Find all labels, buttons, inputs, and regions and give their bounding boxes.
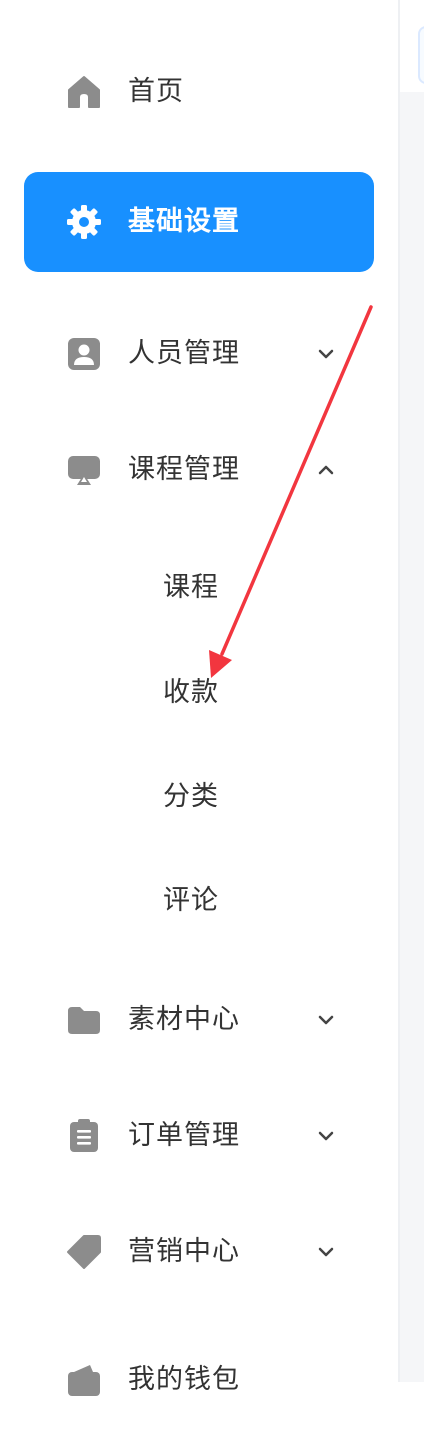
sidebar-item-label: 订单管理 [128, 1120, 240, 1151]
header-tab-chip[interactable] [418, 26, 424, 84]
submenu-item-comments[interactable]: 评论 [24, 856, 374, 946]
tag-icon [66, 1234, 102, 1270]
sidebar-item-staff-management[interactable]: 人员管理 [24, 304, 374, 404]
folder-icon [66, 1002, 102, 1038]
sidebar-item-label: 我的钱包 [128, 1364, 240, 1395]
submenu-item-label: 分类 [163, 781, 219, 812]
chevron-down-icon[interactable] [314, 1124, 338, 1148]
gear-icon [66, 204, 102, 240]
submenu-item-label: 收款 [163, 677, 219, 708]
sidebar-item-material-center[interactable]: 素材中心 [24, 970, 374, 1070]
chevron-down-icon[interactable] [314, 1008, 338, 1032]
submenu-item-label: 评论 [163, 885, 219, 916]
sidebar-item-label: 人员管理 [128, 338, 240, 369]
chevron-down-icon[interactable] [314, 342, 338, 366]
person-badge-icon [66, 336, 102, 372]
sidebar-item-marketing-center[interactable]: 营销中心 [24, 1202, 374, 1302]
sidebar-item-basic-settings[interactable]: 基础设置 [24, 172, 374, 272]
sidebar-item-label: 素材中心 [128, 1004, 240, 1035]
submenu-item-course[interactable]: 课程 [24, 543, 374, 633]
sidebar-nav: 首页 基础设置 人员管理 课程管理 课程 收款 分类 评论 素材中心 订单管理 … [0, 0, 398, 1396]
chevron-down-icon[interactable] [314, 1240, 338, 1264]
submenu-item-category[interactable]: 分类 [24, 752, 374, 842]
sidebar-item-label: 营销中心 [128, 1236, 240, 1267]
sidebar-item-label: 首页 [128, 76, 184, 107]
sidebar-item-label: 基础设置 [128, 206, 240, 237]
sidebar-item-my-wallet[interactable]: 我的钱包 [24, 1330, 374, 1430]
wallet-icon [66, 1362, 102, 1398]
clipboard-icon [66, 1118, 102, 1154]
submenu-item-payment[interactable]: 收款 [24, 648, 374, 738]
sidebar-item-course-management[interactable]: 课程管理 [24, 420, 374, 520]
sidebar-item-label: 课程管理 [128, 454, 240, 485]
home-icon [66, 74, 102, 110]
sidebar-item-home[interactable]: 首页 [24, 42, 374, 142]
submenu-item-label: 课程 [163, 572, 219, 603]
chevron-up-icon[interactable] [314, 458, 338, 482]
sidebar-item-order-management[interactable]: 订单管理 [24, 1086, 374, 1186]
main-content-area [400, 0, 424, 1382]
presentation-icon [66, 452, 102, 488]
